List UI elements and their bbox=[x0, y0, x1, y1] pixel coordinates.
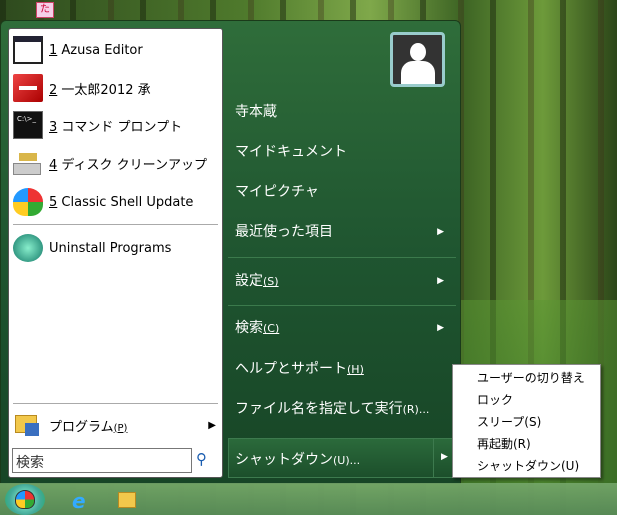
classic-shell-start-icon bbox=[15, 490, 35, 509]
separator bbox=[13, 403, 218, 404]
menu-settings[interactable]: 設定(S) ▶ bbox=[235, 267, 450, 295]
item-label: ヘルプとサポート bbox=[235, 361, 347, 377]
user-avatar[interactable] bbox=[390, 32, 445, 87]
separator bbox=[228, 305, 456, 306]
start-button[interactable] bbox=[5, 484, 45, 515]
desktop-icon[interactable]: た bbox=[36, 2, 54, 18]
all-programs[interactable]: プログラム(P) ▶ bbox=[13, 408, 218, 442]
submenu-restart[interactable]: 再起動(R) bbox=[477, 434, 531, 454]
recent-item-ichitaro[interactable]: 2 一太郎2012 承 bbox=[13, 71, 218, 105]
divider bbox=[433, 439, 434, 477]
submenu-switch-user[interactable]: ユーザーの切り替え bbox=[477, 368, 585, 388]
menu-my-documents[interactable]: マイドキュメント bbox=[235, 138, 450, 166]
recent-item-azusa-editor[interactable]: 1 Azusa Editor bbox=[13, 33, 218, 67]
chevron-right-icon: ▶ bbox=[437, 227, 444, 237]
shutdown-label: シャットダウン(U)... bbox=[235, 452, 361, 468]
menu-run[interactable]: ファイル名を指定して実行(R)... bbox=[235, 395, 450, 423]
file-explorer-icon[interactable] bbox=[118, 492, 136, 508]
disk-cleanup-icon bbox=[13, 149, 43, 177]
item-label: Uninstall Programs bbox=[49, 240, 172, 256]
item-label: 4 ディスク クリーンアップ bbox=[49, 157, 207, 173]
item-label: プログラム(P) bbox=[49, 419, 128, 435]
item-label: 検索 bbox=[235, 320, 263, 336]
uninstall-icon bbox=[13, 234, 43, 262]
recent-item-classic-shell-update[interactable]: 5 Classic Shell Update bbox=[13, 185, 218, 219]
submenu-shutdown[interactable]: シャットダウン(U) bbox=[477, 456, 579, 476]
menu-search[interactable]: 検索(C) ▶ bbox=[235, 314, 450, 342]
menu-user-folder[interactable]: 寺本蔵 bbox=[235, 98, 450, 126]
chevron-right-icon: ▶ bbox=[437, 323, 444, 333]
cmd-icon: C:\>_ bbox=[13, 111, 43, 139]
taskbar bbox=[0, 483, 617, 515]
recent-item-disk-cleanup[interactable]: 4 ディスク クリーンアップ bbox=[13, 146, 218, 180]
item-label: 設定 bbox=[235, 273, 263, 289]
window-icon bbox=[13, 36, 43, 64]
search-input[interactable]: 検索 bbox=[12, 448, 192, 473]
item-label: 1 Azusa Editor bbox=[49, 42, 143, 58]
menu-recent-items[interactable]: 最近使った項目 ▶ bbox=[235, 218, 450, 246]
item-label: ファイル名を指定して実行 bbox=[235, 401, 403, 417]
start-menu-left-panel: 1 Azusa Editor 2 一太郎2012 承 C:\>_ 3 コマンド … bbox=[8, 28, 223, 478]
item-label: 最近使った項目 bbox=[235, 224, 333, 240]
chevron-right-icon: ▶ bbox=[437, 276, 444, 286]
submenu-lock[interactable]: ロック bbox=[477, 390, 513, 410]
programs-folder-icon bbox=[13, 411, 43, 439]
item-label: 5 Classic Shell Update bbox=[49, 194, 194, 210]
separator bbox=[228, 257, 456, 258]
menu-my-pictures[interactable]: マイピクチャ bbox=[235, 178, 450, 206]
item-label: 2 一太郎2012 承 bbox=[49, 82, 151, 98]
recent-item-command-prompt[interactable]: C:\>_ 3 コマンド プロンプト bbox=[13, 108, 218, 142]
uninstall-programs[interactable]: Uninstall Programs bbox=[13, 231, 218, 265]
search-icon[interactable]: ⚲ bbox=[196, 450, 207, 468]
shutdown-submenu: ユーザーの切り替え ロック スリープ(S) 再起動(R) シャットダウン(U) bbox=[452, 364, 601, 478]
chevron-right-icon: ▶ bbox=[208, 419, 216, 431]
ichitaro-icon bbox=[13, 74, 43, 102]
item-label: 3 コマンド プロンプト bbox=[49, 119, 183, 135]
separator bbox=[13, 224, 218, 225]
accel-key: (C) bbox=[263, 322, 280, 335]
shutdown-button[interactable]: シャットダウン(U)... ▶ bbox=[228, 438, 456, 478]
submenu-sleep[interactable]: スリープ(S) bbox=[477, 412, 541, 432]
accel-key: (R)... bbox=[402, 403, 430, 416]
accel-key: (H) bbox=[347, 363, 364, 376]
classic-shell-icon bbox=[13, 188, 43, 216]
accel-key: (S) bbox=[263, 275, 279, 288]
menu-help-support[interactable]: ヘルプとサポート(H) bbox=[235, 355, 450, 383]
internet-explorer-icon[interactable]: e bbox=[72, 489, 86, 513]
chevron-right-icon[interactable]: ▶ bbox=[441, 452, 448, 462]
